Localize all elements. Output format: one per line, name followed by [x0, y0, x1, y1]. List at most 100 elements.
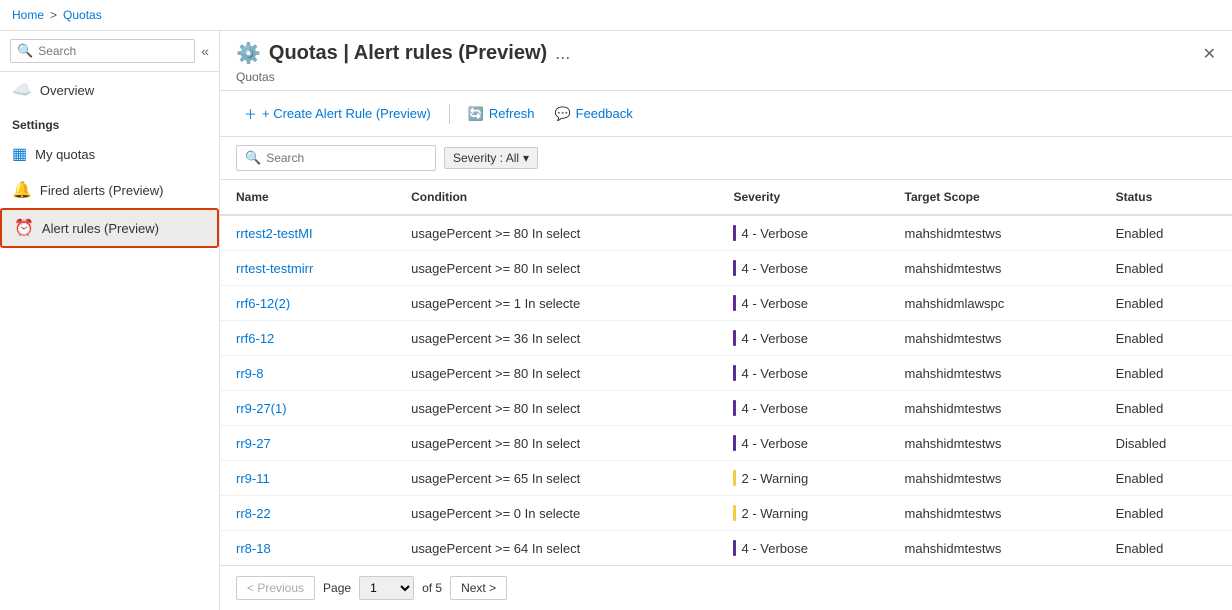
refresh-button[interactable]: 🔄 Refresh: [460, 101, 543, 127]
severity-filter-tag[interactable]: Severity : All ▾: [444, 147, 538, 169]
table-row: rrf6-12(2) usagePercent >= 1 In selecte …: [220, 286, 1232, 321]
cell-status: Enabled: [1100, 321, 1232, 356]
sidebar-item-overview[interactable]: ☁️ Overview: [0, 72, 219, 108]
severity-label: 4 - Verbose: [741, 261, 808, 276]
table-row: rr9-27(1) usagePercent >= 80 In select 4…: [220, 391, 1232, 426]
page-label: Page: [323, 581, 351, 595]
cell-severity: 2 - Warning: [717, 461, 888, 496]
cell-condition: usagePercent >= 36 In select: [395, 321, 717, 356]
cell-severity: 2 - Warning: [717, 496, 888, 531]
cell-status: Enabled: [1100, 461, 1232, 496]
sidebar-item-label: Alert rules (Preview): [42, 221, 159, 236]
alert-rule-link[interactable]: rrf6-12: [236, 331, 274, 346]
cell-target-scope: mahshidmtestws: [889, 356, 1100, 391]
page-title: Quotas | Alert rules (Preview): [269, 42, 547, 65]
alert-rule-link[interactable]: rr8-22: [236, 506, 271, 521]
quotas-icon: ⚙️: [236, 41, 261, 66]
sidebar-search-input[interactable]: [38, 44, 188, 58]
cell-name: rr9-27: [220, 426, 395, 461]
severity-indicator: [733, 330, 736, 346]
sidebar-item-fired-alerts[interactable]: 🔔 Fired alerts (Preview): [0, 172, 219, 208]
filter-row: 🔍 Severity : All ▾: [220, 137, 1232, 180]
close-icon[interactable]: ✕: [1203, 44, 1216, 64]
page-select[interactable]: 12345: [359, 576, 414, 600]
alert-rule-link[interactable]: rr9-27: [236, 436, 271, 451]
cell-status: Enabled: [1100, 496, 1232, 531]
sidebar-header: 🔍 «: [0, 31, 219, 72]
alert-rule-link[interactable]: rrtest-testmirr: [236, 261, 313, 276]
feedback-label: Feedback: [576, 106, 633, 121]
next-button[interactable]: Next >: [450, 576, 507, 600]
cell-target-scope: mahshidmtestws: [889, 461, 1100, 496]
sidebar-item-myquotas[interactable]: ▦ My quotas: [0, 136, 219, 172]
cell-severity: 4 - Verbose: [717, 321, 888, 356]
breadcrumb-quotas[interactable]: Quotas: [63, 8, 102, 22]
table-row: rr8-18 usagePercent >= 64 In select 4 - …: [220, 531, 1232, 566]
alert-rule-link[interactable]: rr8-18: [236, 541, 271, 556]
cell-target-scope: mahshidmlawspc: [889, 286, 1100, 321]
severity-indicator: [733, 435, 736, 451]
cell-name: rr9-27(1): [220, 391, 395, 426]
severity-indicator: [733, 540, 736, 556]
alert-rule-link[interactable]: rrtest2-testMI: [236, 226, 313, 241]
create-alert-rule-button[interactable]: ＋ + Create Alert Rule (Preview): [236, 99, 439, 128]
filter-search-input[interactable]: [266, 151, 427, 165]
severity-label: 4 - Verbose: [741, 401, 808, 416]
cell-condition: usagePercent >= 0 In selecte: [395, 496, 717, 531]
alert-rules-table-container: Name Condition Severity Target Scope Sta…: [220, 180, 1232, 565]
content-header: ⚙️ Quotas | Alert rules (Preview) ... ✕ …: [220, 31, 1232, 91]
col-name: Name: [220, 180, 395, 215]
chevron-down-icon: ▾: [523, 151, 529, 165]
severity-indicator: [733, 400, 736, 416]
breadcrumb: Home > Quotas: [0, 0, 1232, 31]
feedback-icon: 💬: [554, 106, 570, 122]
create-icon: ＋: [244, 104, 257, 123]
cell-status: Disabled: [1100, 426, 1232, 461]
filter-search-icon: 🔍: [245, 150, 261, 166]
overview-icon: ☁️: [12, 80, 32, 100]
cell-target-scope: mahshidmtestws: [889, 251, 1100, 286]
severity-label: 4 - Verbose: [741, 331, 808, 346]
cell-status: Enabled: [1100, 286, 1232, 321]
severity-indicator: [733, 260, 736, 276]
sidebar-collapse-button[interactable]: «: [201, 43, 209, 59]
sidebar-item-alert-rules[interactable]: ⏰ Alert rules (Preview): [0, 208, 219, 248]
sidebar-search-box[interactable]: 🔍: [10, 39, 195, 63]
cell-condition: usagePercent >= 80 In select: [395, 251, 717, 286]
cell-target-scope: mahshidmtestws: [889, 391, 1100, 426]
severity-label: 2 - Warning: [741, 471, 808, 486]
alert-rule-link[interactable]: rrf6-12(2): [236, 296, 290, 311]
sidebar-item-label: My quotas: [35, 147, 95, 162]
alert-rules-table: Name Condition Severity Target Scope Sta…: [220, 180, 1232, 565]
cell-severity: 4 - Verbose: [717, 215, 888, 251]
cell-severity: 4 - Verbose: [717, 391, 888, 426]
table-row: rrf6-12 usagePercent >= 36 In select 4 -…: [220, 321, 1232, 356]
cell-status: Enabled: [1100, 356, 1232, 391]
cell-name: rrtest-testmirr: [220, 251, 395, 286]
severity-label: 4 - Verbose: [741, 296, 808, 311]
cell-name: rr9-11: [220, 461, 395, 496]
table-row: rr8-22 usagePercent >= 0 In selecte 2 - …: [220, 496, 1232, 531]
filter-search-box[interactable]: 🔍: [236, 145, 436, 171]
cell-status: Enabled: [1100, 531, 1232, 566]
alert-rule-link[interactable]: rr9-8: [236, 366, 263, 381]
feedback-button[interactable]: 💬 Feedback: [546, 101, 640, 127]
severity-indicator: [733, 225, 736, 241]
severity-label: 4 - Verbose: [741, 366, 808, 381]
breadcrumb-home[interactable]: Home: [12, 8, 44, 22]
severity-indicator: [733, 470, 736, 486]
toolbar-separator: [449, 104, 450, 124]
cell-condition: usagePercent >= 80 In select: [395, 391, 717, 426]
more-options-icon[interactable]: ...: [555, 43, 570, 64]
severity-indicator: [733, 365, 736, 381]
alert-rule-link[interactable]: rr9-11: [236, 471, 270, 486]
severity-label: 4 - Verbose: [741, 541, 808, 556]
severity-indicator: [733, 295, 736, 311]
alert-rule-link[interactable]: rr9-27(1): [236, 401, 287, 416]
sidebar: 🔍 « ☁️ Overview Settings ▦ My quotas 🔔 F…: [0, 31, 220, 610]
col-severity: Severity: [717, 180, 888, 215]
table-row: rrtest-testmirr usagePercent >= 80 In se…: [220, 251, 1232, 286]
severity-filter-label: Severity : All: [453, 151, 519, 165]
alert-bell-icon: 🔔: [12, 180, 32, 200]
prev-button[interactable]: < Previous: [236, 576, 315, 600]
